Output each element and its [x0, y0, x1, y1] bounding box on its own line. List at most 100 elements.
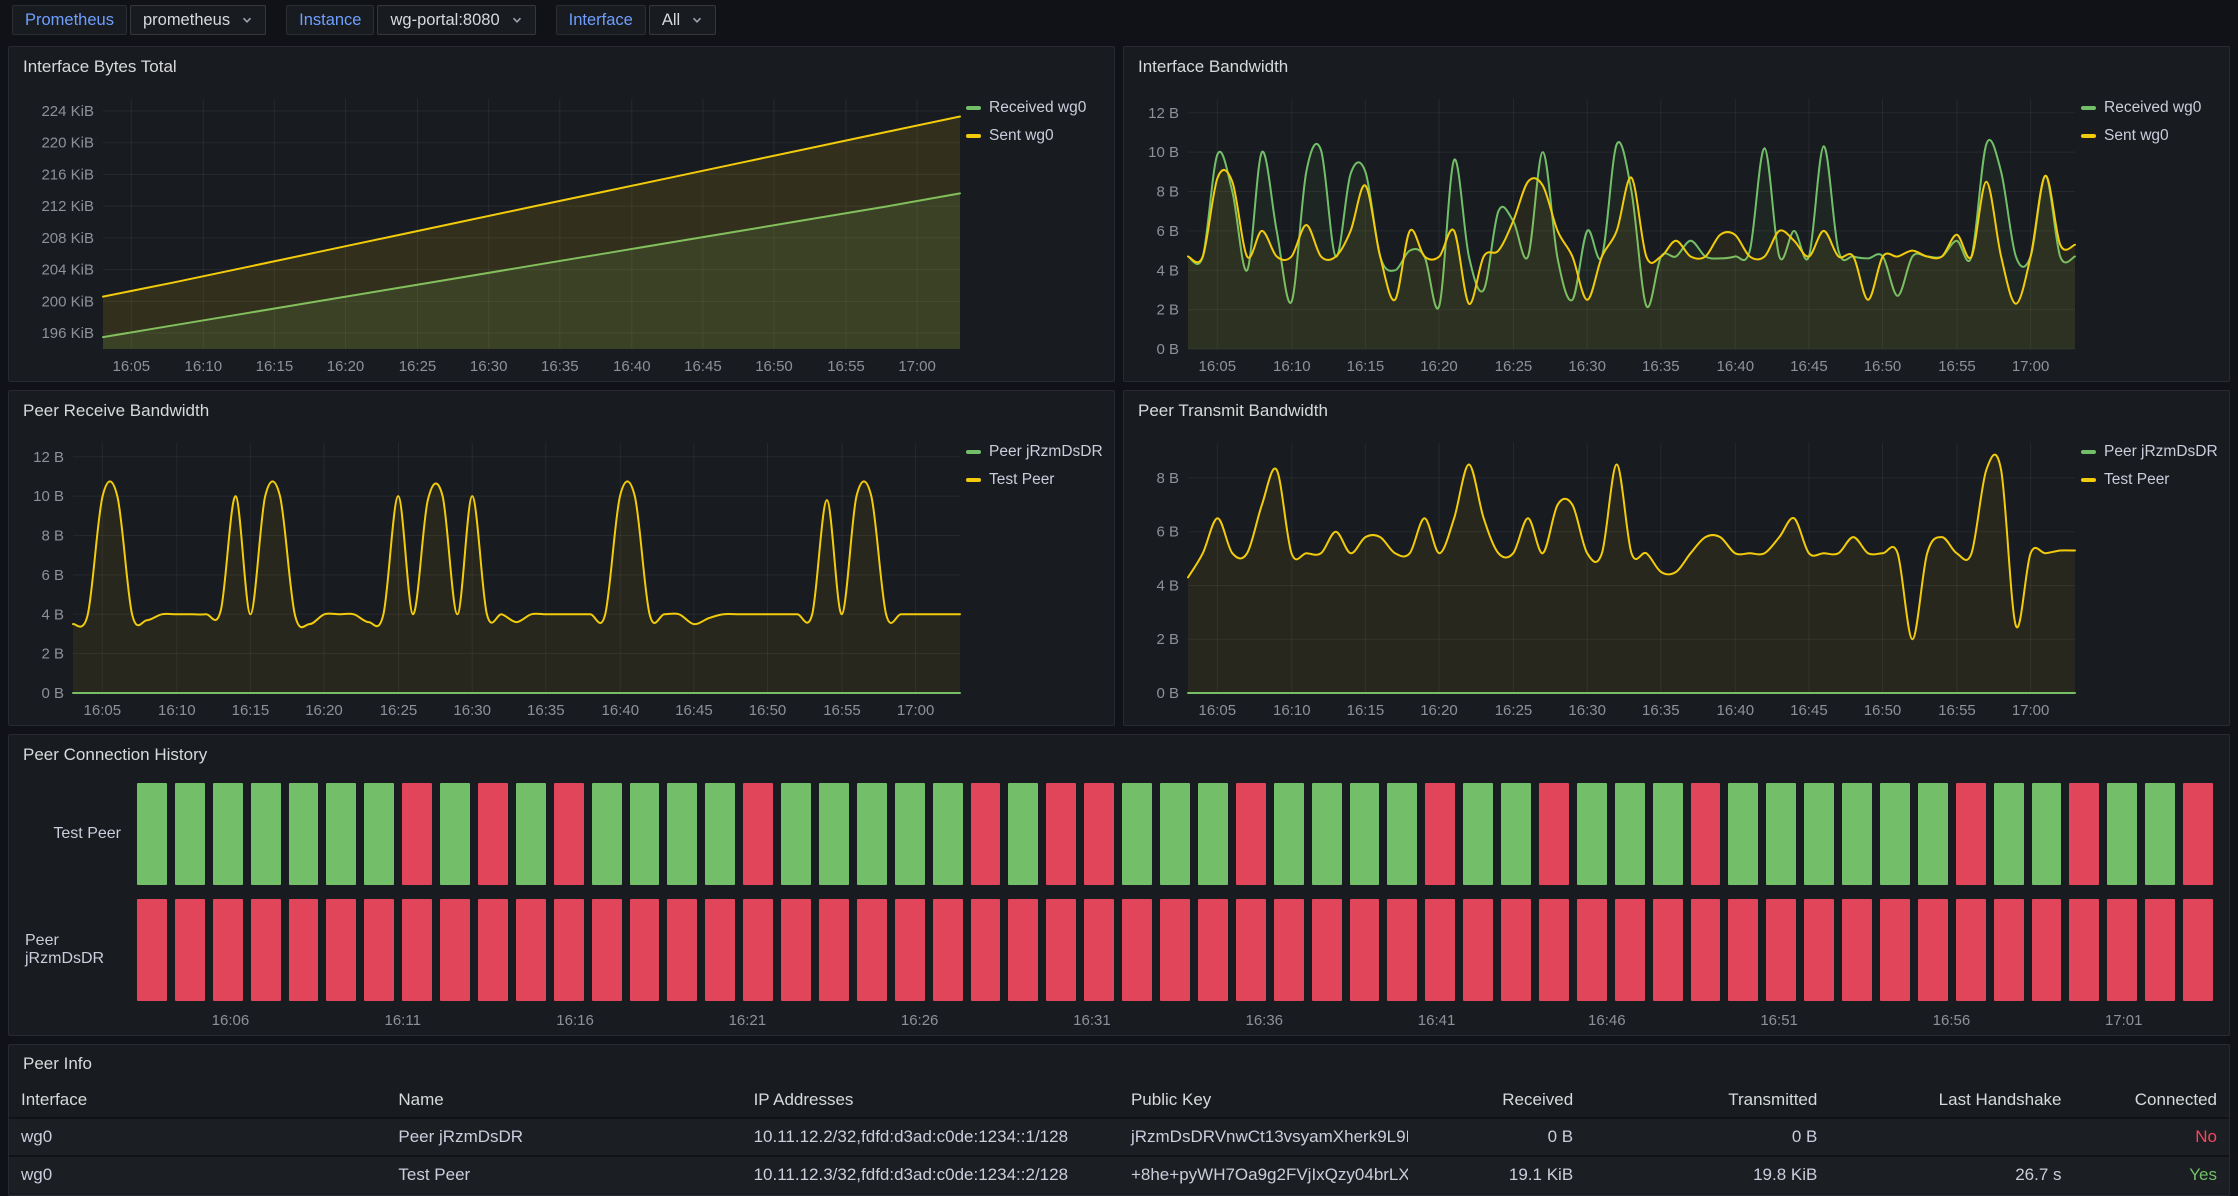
state-timeline[interactable]: Test PeerPeer jRzmDsDR16:0616:1116:1616:… — [25, 777, 2213, 1029]
timeline-state-bar[interactable] — [1008, 783, 1038, 885]
chart-interface-bandwidth[interactable]: 0 B2 B4 B6 B8 B10 B12 B16:0516:1016:1516… — [1132, 85, 2079, 377]
timeline-state-bar[interactable] — [895, 899, 925, 1001]
timeline-state-bar[interactable] — [2069, 783, 2099, 885]
timeline-state-bar[interactable] — [592, 783, 622, 885]
timeline-state-bar[interactable] — [819, 899, 849, 1001]
timeline-state-bar[interactable] — [326, 783, 356, 885]
timeline-state-bar[interactable] — [1236, 899, 1266, 1001]
timeline-state-bar[interactable] — [1880, 783, 1910, 885]
table-header-interface[interactable]: Interface — [9, 1083, 386, 1117]
timeline-state-bar[interactable] — [2032, 899, 2062, 1001]
timeline-state-bar[interactable] — [326, 899, 356, 1001]
timeline-state-bar[interactable] — [251, 783, 281, 885]
timeline-state-bar[interactable] — [1046, 783, 1076, 885]
timeline-state-bar[interactable] — [1008, 899, 1038, 1001]
timeline-state-bar[interactable] — [819, 783, 849, 885]
variable-label-interface[interactable]: Interface — [556, 5, 646, 35]
timeline-state-bar[interactable] — [1350, 899, 1380, 1001]
timeline-state-bar[interactable] — [1994, 899, 2024, 1001]
timeline-state-bar[interactable] — [1236, 783, 1266, 885]
timeline-state-bar[interactable] — [1918, 783, 1948, 885]
timeline-state-bar[interactable] — [1312, 783, 1342, 885]
timeline-state-bar[interactable] — [1766, 783, 1796, 885]
timeline-state-bar[interactable] — [1653, 899, 1683, 1001]
timeline-state-bar[interactable] — [857, 783, 887, 885]
timeline-state-bar[interactable] — [137, 783, 167, 885]
panel-title[interactable]: Interface Bandwidth — [1124, 47, 2229, 85]
timeline-state-bar[interactable] — [1615, 783, 1645, 885]
timeline-state-bar[interactable] — [554, 899, 584, 1001]
timeline-state-bar[interactable] — [2145, 899, 2175, 1001]
timeline-state-bar[interactable] — [630, 783, 660, 885]
timeline-state-bar[interactable] — [1880, 899, 1910, 1001]
timeline-state-bar[interactable] — [1577, 783, 1607, 885]
table-row[interactable]: wg0Peer jRzmDsDR10.11.12.2/32,fdfd:d3ad:… — [9, 1117, 2229, 1155]
variable-label-prometheus[interactable]: Prometheus — [12, 5, 127, 35]
timeline-state-bar[interactable] — [2183, 899, 2213, 1001]
timeline-state-bar[interactable] — [1274, 783, 1304, 885]
panel-title[interactable]: Peer Connection History — [9, 735, 2229, 773]
timeline-state-bar[interactable] — [137, 899, 167, 1001]
table-header-last-handshake[interactable]: Last Handshake — [1829, 1083, 2073, 1117]
timeline-state-bar[interactable] — [2069, 899, 2099, 1001]
timeline-state-bar[interactable] — [1615, 899, 1645, 1001]
legend-item[interactable]: Received wg0 — [966, 99, 1104, 117]
timeline-state-bar[interactable] — [478, 899, 508, 1001]
timeline-state-bar[interactable] — [1918, 899, 1948, 1001]
timeline-state-bar[interactable] — [857, 899, 887, 1001]
legend-item[interactable]: Sent wg0 — [2081, 127, 2219, 145]
timeline-state-bar[interactable] — [1198, 783, 1228, 885]
timeline-state-bar[interactable] — [1274, 899, 1304, 1001]
variable-value-prometheus[interactable]: prometheus — [130, 5, 266, 35]
timeline-state-bar[interactable] — [516, 899, 546, 1001]
variable-value-interface[interactable]: All — [649, 5, 716, 35]
legend-item[interactable]: Test Peer — [966, 471, 1104, 489]
timeline-state-bar[interactable] — [1425, 899, 1455, 1001]
timeline-state-bar[interactable] — [175, 899, 205, 1001]
timeline-state-bar[interactable] — [289, 899, 319, 1001]
timeline-state-bar[interactable] — [1122, 899, 1152, 1001]
timeline-state-bar[interactable] — [1653, 783, 1683, 885]
timeline-state-bar[interactable] — [1691, 899, 1721, 1001]
timeline-state-bar[interactable] — [364, 899, 394, 1001]
timeline-state-bar[interactable] — [1842, 899, 1872, 1001]
table-header-connected[interactable]: Connected — [2074, 1083, 2229, 1117]
timeline-state-bar[interactable] — [592, 899, 622, 1001]
timeline-state-bar[interactable] — [440, 899, 470, 1001]
timeline-state-bar[interactable] — [933, 783, 963, 885]
timeline-state-bar[interactable] — [1160, 783, 1190, 885]
timeline-state-bar[interactable] — [554, 783, 584, 885]
variable-value-instance[interactable]: wg-portal:8080 — [377, 5, 535, 35]
timeline-state-bar[interactable] — [630, 899, 660, 1001]
timeline-state-bar[interactable] — [971, 783, 1001, 885]
timeline-state-bar[interactable] — [364, 783, 394, 885]
timeline-state-bar[interactable] — [2145, 783, 2175, 885]
timeline-state-bar[interactable] — [213, 899, 243, 1001]
timeline-state-bar[interactable] — [1463, 899, 1493, 1001]
timeline-state-bar[interactable] — [971, 899, 1001, 1001]
timeline-state-bar[interactable] — [1804, 899, 1834, 1001]
timeline-state-bar[interactable] — [1766, 899, 1796, 1001]
timeline-state-bar[interactable] — [1994, 783, 2024, 885]
timeline-state-bar[interactable] — [1842, 783, 1872, 885]
panel-title[interactable]: Peer Transmit Bandwidth — [1124, 391, 2229, 429]
timeline-state-bar[interactable] — [1084, 783, 1114, 885]
timeline-state-bar[interactable] — [1387, 783, 1417, 885]
timeline-state-bar[interactable] — [705, 899, 735, 1001]
timeline-state-bar[interactable] — [516, 783, 546, 885]
timeline-state-bar[interactable] — [1728, 783, 1758, 885]
panel-title[interactable]: Interface Bytes Total — [9, 47, 1114, 85]
timeline-state-bar[interactable] — [781, 899, 811, 1001]
timeline-state-bar[interactable] — [1312, 899, 1342, 1001]
timeline-state-bar[interactable] — [667, 783, 697, 885]
legend-item[interactable]: Peer jRzmDsDR — [966, 443, 1104, 461]
timeline-state-bar[interactable] — [1577, 899, 1607, 1001]
timeline-state-bar[interactable] — [667, 899, 697, 1001]
chart-peer-transmit-bandwidth[interactable]: 0 B2 B4 B6 B8 B16:0516:1016:1516:2016:25… — [1132, 429, 2079, 721]
legend-item[interactable]: Sent wg0 — [966, 127, 1104, 145]
variable-label-instance[interactable]: Instance — [286, 5, 374, 35]
table-header-transmitted[interactable]: Transmitted — [1585, 1083, 1829, 1117]
chart-peer-receive-bandwidth[interactable]: 0 B2 B4 B6 B8 B10 B12 B16:0516:1016:1516… — [17, 429, 964, 721]
chart-interface-bytes-total[interactable]: 196 KiB200 KiB204 KiB208 KiB212 KiB216 K… — [17, 85, 964, 377]
timeline-state-bar[interactable] — [2032, 783, 2062, 885]
